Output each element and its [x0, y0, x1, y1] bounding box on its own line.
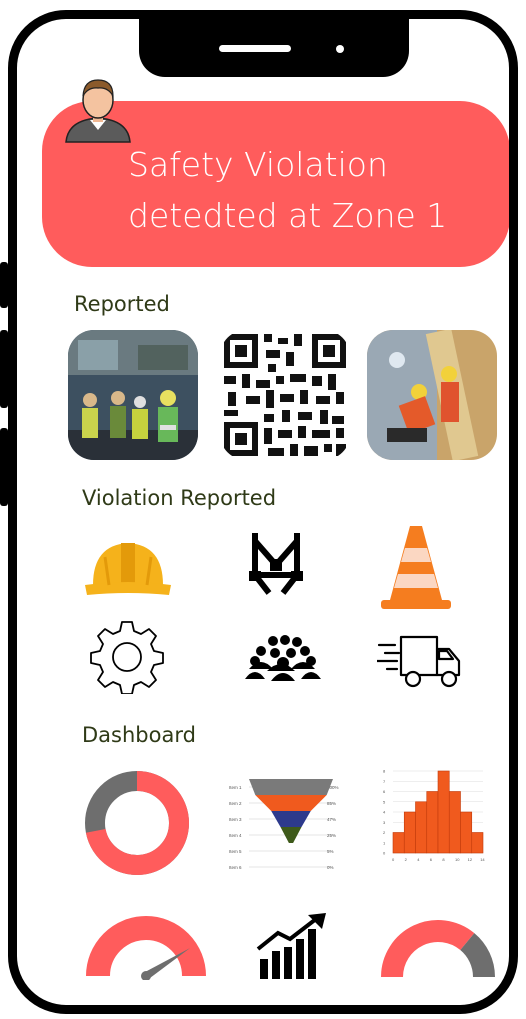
- histogram-bar: [426, 791, 439, 854]
- banner-text: Safety Violation detedted at Zone 1: [128, 139, 447, 241]
- delivery-truck-icon[interactable]: [377, 631, 463, 689]
- funnel-segment: [271, 811, 311, 827]
- phone-side-button-top: [0, 262, 8, 308]
- histogram-bar: [403, 811, 416, 854]
- funnel-label: Item 5: [229, 849, 242, 854]
- funnel-percent: 0%: [327, 865, 334, 870]
- histogram-y-tick: 6: [383, 789, 386, 794]
- funnel-percent: 25%: [327, 833, 336, 838]
- camera-icon: [336, 45, 344, 53]
- funnel-chart[interactable]: Item 1 100% Item 2 85% Item 3 47% Item 4 25% Ite…: [229, 775, 341, 871]
- funnel-label: Item 2: [229, 801, 242, 806]
- phone-frame: Safety Violation detedted at Zone 1 Repo…: [8, 10, 518, 1014]
- reported-qr-code[interactable]: [220, 330, 350, 460]
- histogram-y-tick: 8: [383, 769, 386, 774]
- gauge-arc: [86, 916, 206, 977]
- growth-bar-chart-icon[interactable]: [256, 913, 336, 979]
- histogram-bar: [392, 832, 405, 854]
- histogram-bar: [415, 801, 428, 854]
- histogram-x-tick: 14: [480, 857, 485, 862]
- half-donut-remainder: [459, 933, 495, 978]
- funnel-label: Item 3: [229, 817, 242, 822]
- histogram-x-tick: 12: [468, 857, 473, 862]
- section-title-dashboard: Dashboard: [82, 723, 196, 747]
- histogram-x-tick: 0: [392, 857, 395, 862]
- histogram-y-tick: 2: [383, 830, 386, 835]
- reported-photo-workers[interactable]: [68, 330, 198, 460]
- banner-line-1: Safety Violation: [128, 145, 388, 184]
- funnel-label: Item 4: [229, 833, 242, 838]
- histogram-bar: [471, 832, 484, 854]
- funnel-percent: 85%: [327, 801, 336, 806]
- histogram-y-tick: 3: [383, 820, 386, 825]
- funnel-label: Item 6: [229, 865, 242, 870]
- gear-icon[interactable]: [90, 620, 164, 694]
- donut-chart[interactable]: [83, 769, 191, 877]
- half-donut-chart[interactable]: [379, 917, 497, 979]
- funnel-label: Item 1: [229, 785, 242, 790]
- hard-hat-icon[interactable]: [83, 535, 173, 601]
- user-avatar-icon[interactable]: [62, 74, 134, 144]
- histogram-bar: [448, 791, 461, 854]
- phone-notch: [139, 19, 409, 77]
- section-title-reported: Reported: [74, 292, 170, 316]
- funnel-segment: [249, 779, 333, 795]
- histogram-x-tick: 8: [442, 857, 445, 862]
- phone-side-button-bottom: [0, 428, 8, 506]
- funnel-percent: 47%: [327, 817, 336, 822]
- histogram-bar: [460, 811, 473, 854]
- histogram-y-tick: 7: [383, 779, 386, 784]
- histogram-x-tick: 4: [417, 857, 420, 862]
- half-donut-value-arc: [381, 920, 475, 978]
- funnel-percent: 5%: [327, 849, 334, 854]
- histogram-y-tick: 4: [383, 810, 386, 815]
- section-title-violation-reported: Violation Reported: [82, 486, 277, 510]
- speaker-icon: [219, 45, 291, 52]
- histogram-chart[interactable]: 0 1 2 3 4 5 6 7 8 0 2 4 6 8 10 12 14: [379, 765, 485, 865]
- crowd-icon[interactable]: [245, 635, 321, 681]
- histogram-bar: [437, 770, 450, 854]
- histogram-y-tick: 1: [383, 840, 386, 845]
- safety-harness-icon[interactable]: [249, 531, 303, 601]
- histogram-x-tick: 2: [405, 857, 408, 862]
- funnel-segment: [255, 795, 327, 811]
- histogram-y-tick: 5: [383, 799, 386, 804]
- traffic-cone-icon[interactable]: [381, 526, 451, 610]
- histogram-x-tick: 10: [455, 857, 460, 862]
- banner-line-2: detedted at Zone 1: [128, 196, 448, 235]
- histogram-x-tick: 6: [430, 857, 433, 862]
- histogram-y-tick: 0: [383, 851, 386, 856]
- phone-side-button-middle: [0, 330, 8, 408]
- reported-photo-worker-climbing[interactable]: [367, 330, 497, 460]
- gauge-chart[interactable]: [84, 914, 208, 980]
